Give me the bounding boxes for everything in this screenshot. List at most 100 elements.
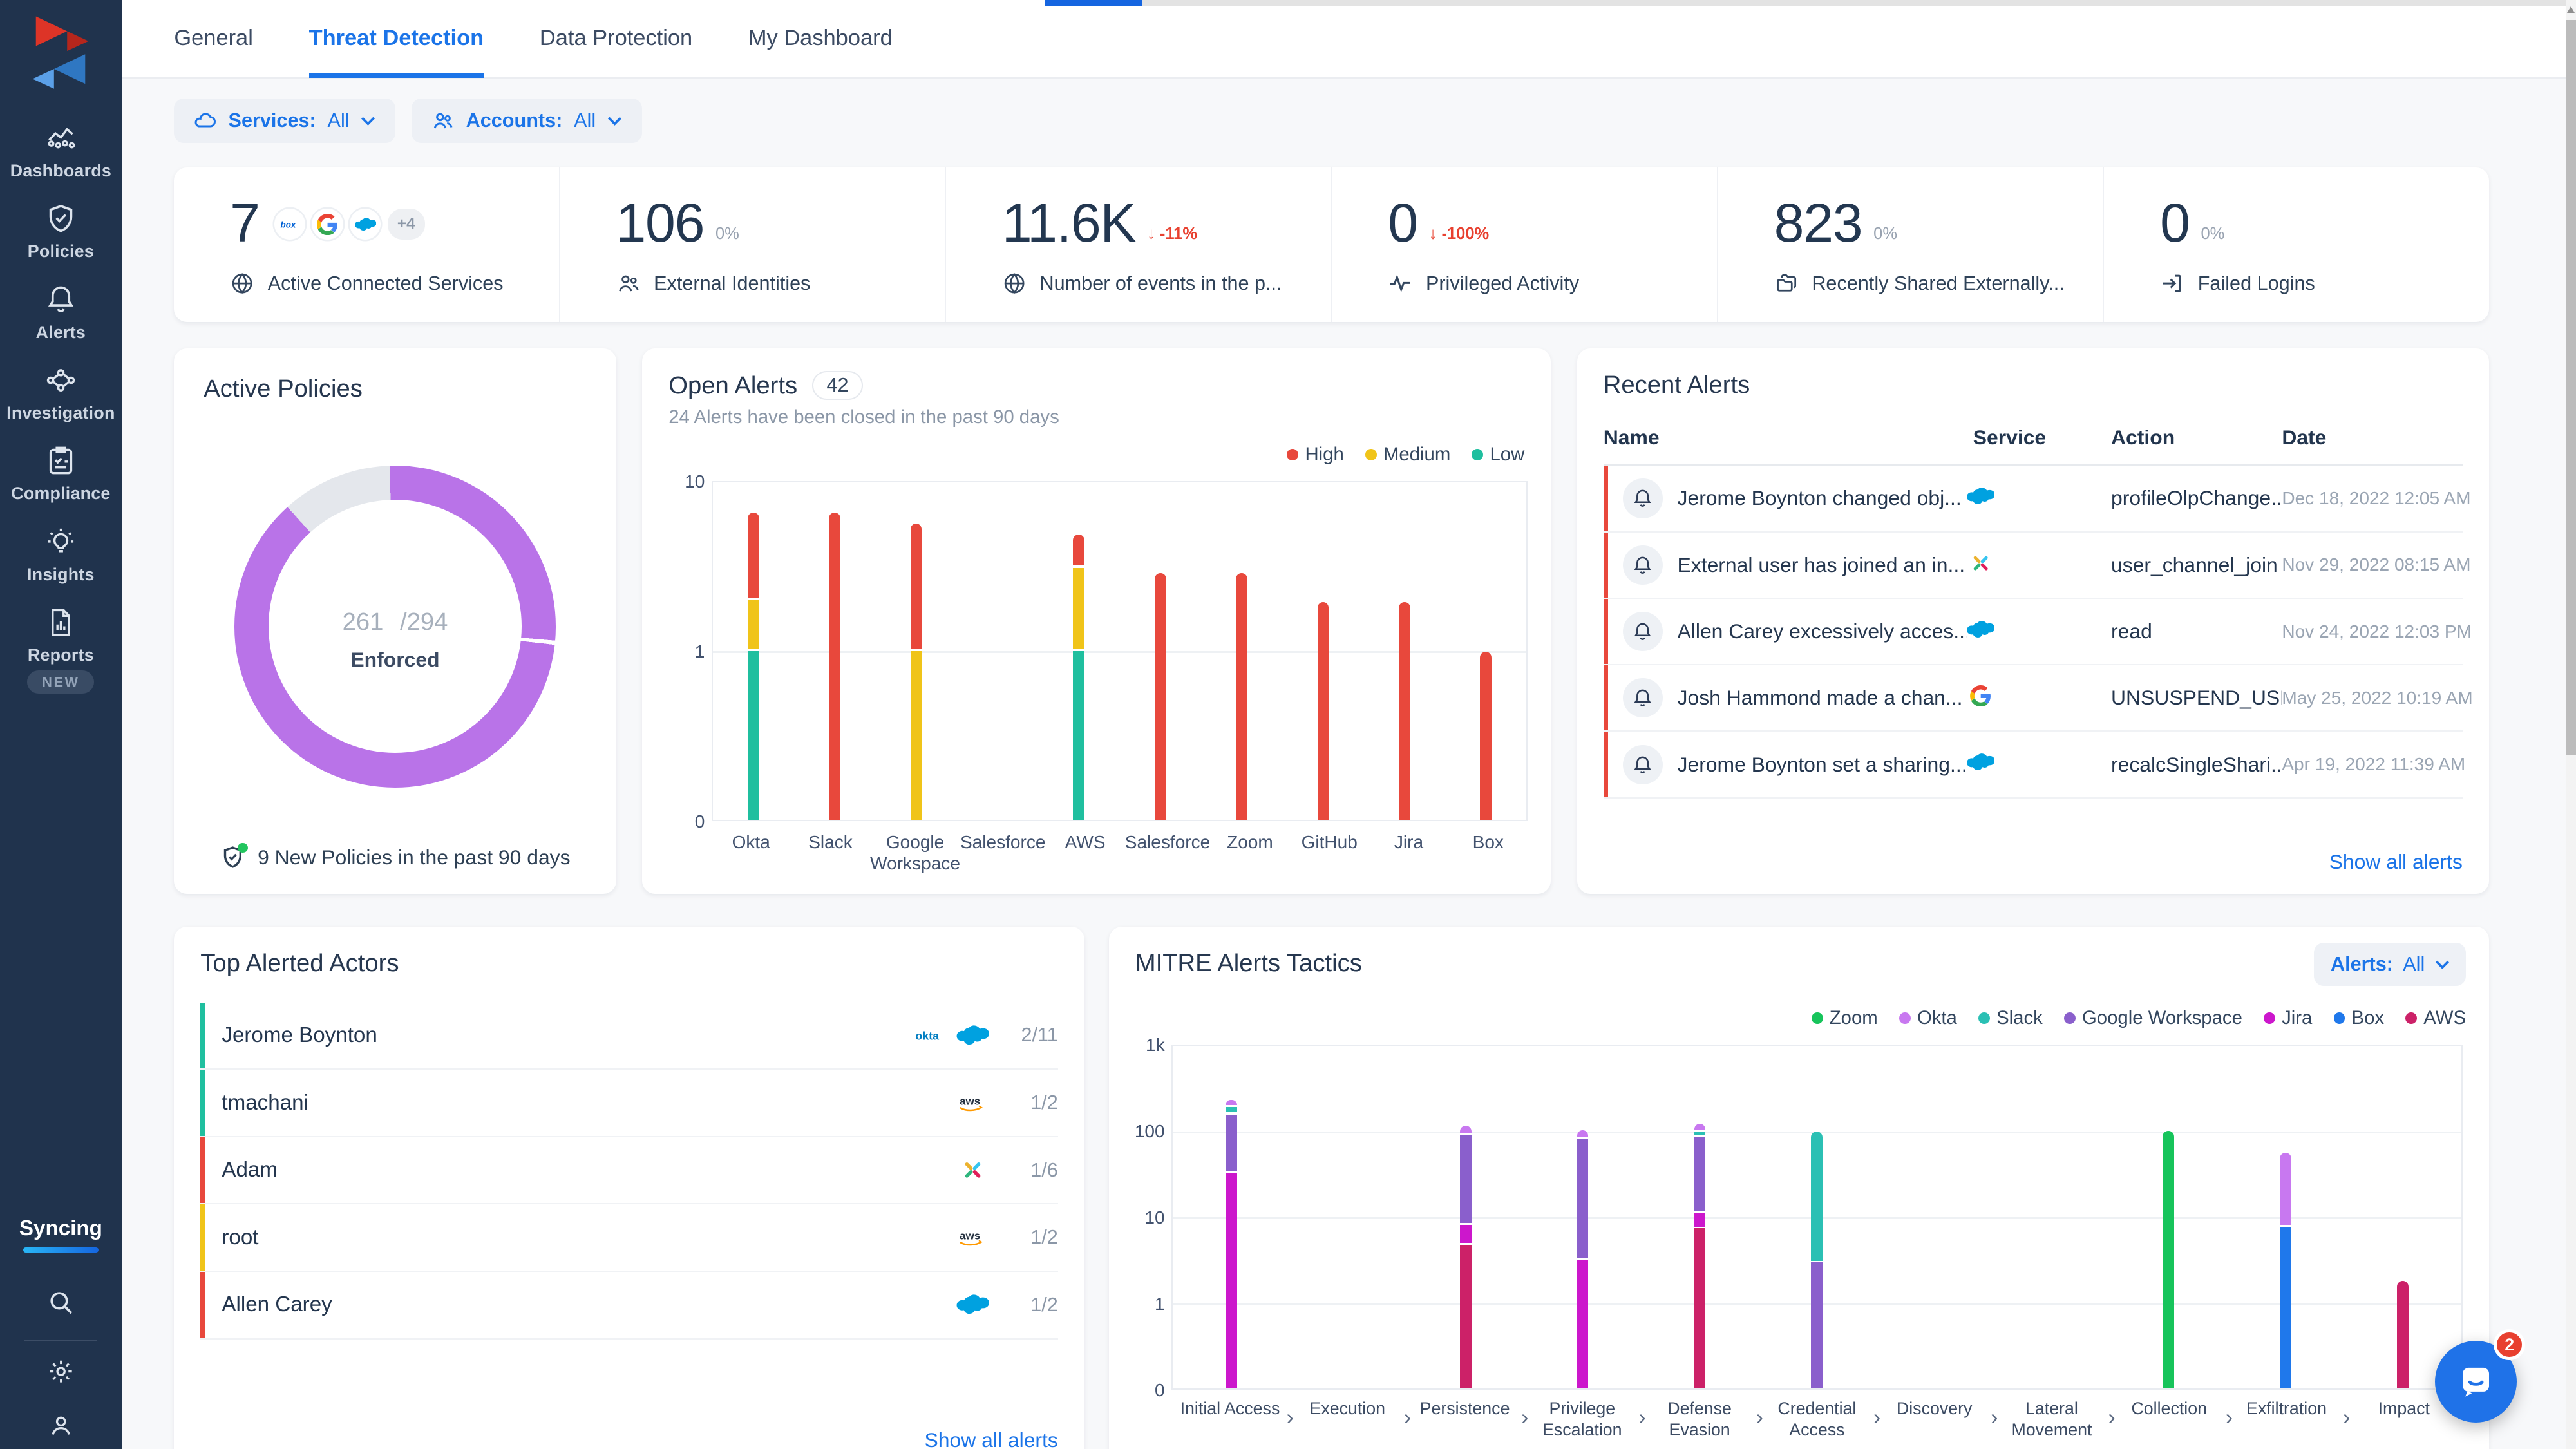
bar-segment-aws-high[interactable]: [1073, 535, 1084, 565]
legend-item-aws[interactable]: AWS: [2405, 1007, 2466, 1029]
bar-segment-collection-zoom[interactable]: [2163, 1131, 2174, 1388]
bar-segment-initial-access-jira[interactable]: [1226, 1173, 1237, 1388]
x-axis-label-persistence[interactable]: Persistence›: [1406, 1398, 1523, 1441]
bar-segment-persistence-google_workspace[interactable]: [1460, 1135, 1472, 1224]
tab-threat-detection[interactable]: Threat Detection: [309, 0, 484, 78]
bar-segment-zoom-high[interactable]: [1236, 573, 1247, 820]
legend-item-medium[interactable]: Medium: [1365, 444, 1450, 466]
show-all-alerts-link[interactable]: Show all alerts: [925, 1428, 1058, 1449]
actor-row-root[interactable]: rootaws1/2: [200, 1204, 1058, 1272]
bar-segment-salesforce-high[interactable]: [1155, 573, 1166, 820]
x-axis-label-defense-evasion[interactable]: Defense Evasion›: [1641, 1398, 1758, 1441]
alert-name: Allen Carey excessively acces...: [1678, 620, 1967, 643]
search-icon[interactable]: [47, 1289, 75, 1323]
bar-segment-initial-access-okta[interactable]: [1226, 1100, 1237, 1105]
x-axis-label-discovery[interactable]: Discovery›: [1876, 1398, 1993, 1441]
sidebar-item-policies[interactable]: Policies: [0, 191, 122, 271]
bar-segment-defense-evasion-google_workspace[interactable]: [1694, 1137, 1706, 1211]
user-profile-icon[interactable]: [47, 1412, 75, 1446]
vertical-scrollbar[interactable]: [2566, 0, 2576, 1449]
bar-segment-okta-low[interactable]: [748, 651, 759, 820]
x-axis-label-privilege-escalation[interactable]: Privilege Escalation›: [1524, 1398, 1641, 1441]
sidebar-item-alerts[interactable]: Alerts: [0, 272, 122, 352]
bar-segment-persistence-okta[interactable]: [1460, 1126, 1472, 1133]
services-filter-dropdown[interactable]: Services:All: [174, 99, 395, 143]
bar-segment-exfiltration-box[interactable]: [2280, 1227, 2291, 1388]
bar-segment-privilege-escalation-google_workspace[interactable]: [1577, 1139, 1589, 1258]
tab-my-dashboard[interactable]: My Dashboard: [748, 0, 893, 78]
bar-segment-persistence-aws[interactable]: [1460, 1245, 1472, 1388]
actor-row-allen-carey[interactable]: Allen Carey1/2: [200, 1272, 1058, 1340]
gear-icon[interactable]: [47, 1358, 75, 1392]
bar-segment-slack-high[interactable]: [829, 513, 840, 820]
alert-row[interactable]: Josh Hammond made a chan...UNSUSPEND_USE…: [1604, 665, 2463, 732]
show-all-alerts-link[interactable]: Show all alerts: [2329, 850, 2463, 874]
tab-data-protection[interactable]: Data Protection: [540, 0, 692, 78]
bar-segment-box-high[interactable]: [1480, 652, 1492, 820]
bar-segment-defense-evasion-aws[interactable]: [1694, 1228, 1706, 1388]
sidebar-item-investigation[interactable]: Investigation: [0, 352, 122, 433]
legend-item-zoom[interactable]: Zoom: [1812, 1007, 1878, 1029]
sidebar-item-dashboards[interactable]: Dashboards: [0, 110, 122, 191]
x-axis-label-collection[interactable]: Collection›: [2110, 1398, 2228, 1441]
bar-segment-aws-low[interactable]: [1073, 651, 1084, 820]
alert-row[interactable]: Jerome Boynton set a sharing...recalcSin…: [1604, 732, 2463, 798]
page-load-progress-track: [1142, 0, 2566, 6]
alert-row[interactable]: Jerome Boynton changed obj...profileOlpC…: [1604, 466, 2463, 532]
x-axis-label-credential-access[interactable]: Credential Access›: [1758, 1398, 1875, 1441]
active-policies-donut-chart[interactable]: 261 /294 Enforced: [234, 466, 556, 788]
scrollbar-up-arrow[interactable]: [2567, 6, 2575, 13]
bar-segment-defense-evasion-slack[interactable]: [1694, 1132, 1706, 1135]
bar-segment-google-workspace-high[interactable]: [911, 524, 922, 649]
bar-segment-initial-access-slack[interactable]: [1226, 1107, 1237, 1112]
legend-item-okta[interactable]: Okta: [1899, 1007, 1957, 1029]
x-axis-label-execution[interactable]: Execution›: [1289, 1398, 1406, 1441]
actors-list: Jerome Boyntonokta2/11tmachaniaws1/2Adam…: [200, 1003, 1058, 1340]
accounts-filter-dropdown[interactable]: Accounts:All: [412, 99, 641, 143]
legend-item-low[interactable]: Low: [1472, 444, 1524, 466]
bar-segment-okta-high[interactable]: [748, 513, 759, 598]
legend-item-google_workspace[interactable]: Google Workspace: [2064, 1007, 2242, 1029]
bar-segment-impact-aws[interactable]: [2397, 1281, 2409, 1388]
x-axis-label-initial-access[interactable]: Initial Access›: [1171, 1398, 1289, 1441]
bar-segment-credential-access-google_workspace[interactable]: [1811, 1262, 1823, 1388]
bar-segment-persistence-jira[interactable]: [1460, 1225, 1472, 1243]
stat-label: Privileged Activity: [1426, 272, 1579, 295]
actor-row-tmachani[interactable]: tmachaniaws1/2: [200, 1070, 1058, 1137]
bar-segment-exfiltration-okta[interactable]: [2280, 1153, 2291, 1225]
bar-segment-privilege-escalation-okta[interactable]: [1577, 1130, 1589, 1137]
stat-privileged-activity: 0↓ -100%Privileged Activity: [1331, 167, 1717, 322]
bar-segment-privilege-escalation-jira[interactable]: [1577, 1260, 1589, 1388]
alert-row[interactable]: External user has joined an in...user_ch…: [1604, 533, 2463, 599]
x-axis-label-exfiltration[interactable]: Exfiltration›: [2228, 1398, 2345, 1441]
actor-row-adam[interactable]: Adam1/6: [200, 1137, 1058, 1205]
bar-segment-credential-access-slack[interactable]: [1811, 1132, 1823, 1260]
actor-row-jerome-boynton[interactable]: Jerome Boyntonokta2/11: [200, 1003, 1058, 1070]
bar-segment-defense-evasion-jira[interactable]: [1694, 1213, 1706, 1227]
sidebar-item-reports[interactable]: ReportsNEW: [0, 594, 122, 703]
bar-segment-aws-medium[interactable]: [1073, 568, 1084, 649]
alert-row[interactable]: Allen Carey excessively acces...readNov …: [1604, 599, 2463, 665]
chat-widget-button[interactable]: 2: [2435, 1341, 2517, 1423]
bar-segment-jira-high[interactable]: [1399, 602, 1410, 820]
salesforce-service-icon: [1967, 616, 2111, 647]
docontrol-logo-icon[interactable]: [28, 15, 93, 90]
bar-segment-initial-access-google_workspace[interactable]: [1226, 1115, 1237, 1171]
legend-item-slack[interactable]: Slack: [1978, 1007, 2043, 1029]
x-axis-label-lateral-movement[interactable]: Lateral Movement›: [1993, 1398, 2110, 1441]
bar-segment-defense-evasion-okta[interactable]: [1694, 1124, 1706, 1130]
tab-general[interactable]: General: [174, 0, 252, 78]
sidebar-item-insights[interactable]: Insights: [0, 514, 122, 594]
sidebar-item-compliance[interactable]: Compliance: [0, 433, 122, 513]
scrollbar-thumb[interactable]: [2566, 20, 2576, 756]
dashboards-icon: [44, 122, 77, 155]
legend-item-high[interactable]: High: [1287, 444, 1343, 466]
alerts-filter-dropdown[interactable]: Alerts: All: [2314, 943, 2466, 985]
actor-service-icons: [956, 1159, 989, 1182]
y-axis-tick: 1: [1125, 1294, 1164, 1314]
legend-item-jira[interactable]: Jira: [2264, 1007, 2312, 1029]
bar-segment-google-workspace-medium[interactable]: [911, 651, 922, 820]
bar-segment-github-high[interactable]: [1318, 602, 1329, 820]
legend-item-box[interactable]: Box: [2334, 1007, 2385, 1029]
bar-segment-okta-medium[interactable]: [748, 600, 759, 649]
